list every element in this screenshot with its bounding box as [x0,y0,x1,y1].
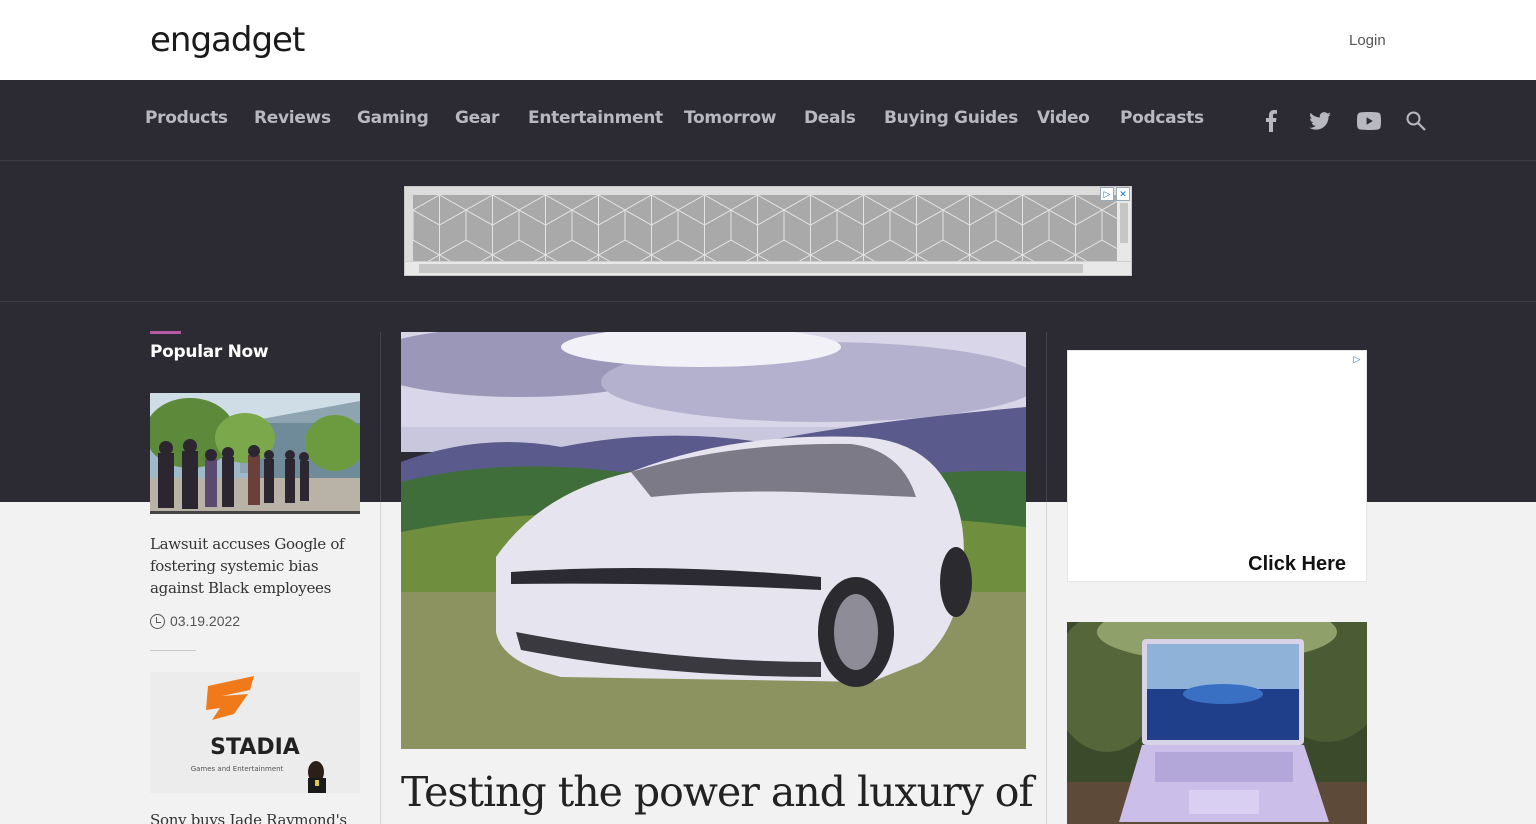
divider [0,301,1536,302]
story-date: 03.19.2022 [150,613,240,629]
ad-cta[interactable]: Click Here [1248,553,1346,576]
nav-video[interactable]: Video [1037,108,1090,128]
nav-tomorrow[interactable]: Tomorrow [684,108,776,128]
story-date-text: 03.19.2022 [170,613,241,629]
column-divider-right [1046,502,1047,824]
nav-gaming[interactable]: Gaming [357,108,429,128]
youtube-icon[interactable] [1357,110,1381,132]
adchoices-icon[interactable]: ▷ [1350,353,1364,367]
ad-horizontal-scrollbar[interactable] [405,261,1131,275]
facebook-icon[interactable] [1259,110,1283,132]
section-accent-bar [150,331,181,334]
stadia-logo: STADIA [210,735,300,760]
column-divider-left [380,502,381,824]
story-thumbnail[interactable]: STADIA Games and Entertainment [150,672,360,793]
nav-deals[interactable]: Deals [804,108,856,128]
leaderboard-ad[interactable] [404,186,1132,276]
story-title[interactable]: Sony buys Jade Raymond's [150,809,365,824]
nav-gear[interactable]: Gear [455,108,499,128]
hero-headline[interactable]: Testing the power and luxury of [401,766,1041,818]
main-nav: Products Reviews Gaming Gear Entertainme… [0,80,1536,161]
story-separator [150,650,196,651]
popular-now-heading: Popular Now [150,342,269,362]
top-bar: engadget Login [0,0,1536,80]
story-title[interactable]: Lawsuit accuses Google of fostering syst… [150,533,365,599]
ad-close-icon[interactable]: ✕ [1116,187,1130,201]
clock-icon [150,613,165,629]
nav-reviews[interactable]: Reviews [254,108,331,128]
sidebar-ad[interactable]: ▷ Click Here [1067,350,1367,582]
hero-image[interactable] [401,332,1026,749]
engadget-logo[interactable]: engadget [150,20,305,60]
story-thumbnail[interactable] [150,393,360,514]
nav-products[interactable]: Products [145,108,228,128]
laptop-image[interactable] [1067,622,1367,824]
search-icon[interactable] [1404,110,1428,132]
nav-entertainment[interactable]: Entertainment [528,108,663,128]
column-divider-left-dark [380,332,381,502]
ad-pattern [413,195,1117,262]
stadia-tagline: Games and Entertainment [191,765,284,773]
adchoices-icon[interactable]: ▷ [1100,187,1114,201]
login-link[interactable]: Login [1349,32,1386,49]
column-divider-right-dark [1046,332,1047,502]
twitter-icon[interactable] [1308,110,1332,132]
nav-buying-guides[interactable]: Buying Guides [884,108,1018,128]
nav-podcasts[interactable]: Podcasts [1120,108,1204,128]
